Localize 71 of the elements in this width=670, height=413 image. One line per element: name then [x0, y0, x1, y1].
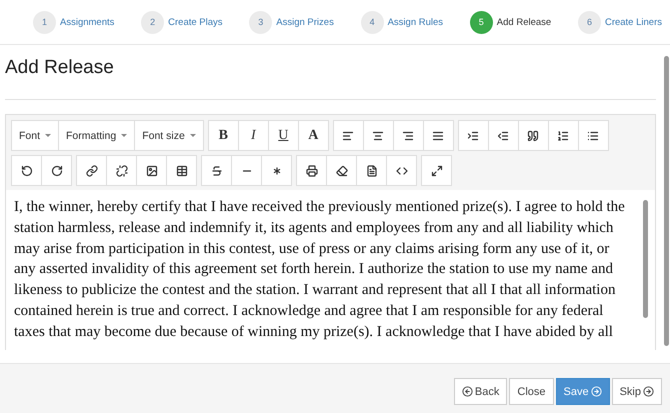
- unlink-icon: [116, 164, 128, 176]
- eraser-button[interactable]: [326, 155, 357, 186]
- format-button[interactable]: B: [208, 120, 239, 151]
- step-link[interactable]: Assign Prizes: [276, 16, 334, 28]
- bullet-list-icon: [587, 130, 600, 142]
- image-button[interactable]: [136, 155, 167, 186]
- arrow-left-icon: [462, 386, 473, 397]
- align-justify-button[interactable]: [422, 120, 454, 151]
- format-button[interactable]: U: [268, 120, 299, 151]
- scrollbar-thumb[interactable]: [643, 200, 648, 318]
- document-button[interactable]: [356, 155, 387, 186]
- step-number: 1: [33, 10, 56, 34]
- quote-icon: [527, 130, 540, 142]
- format-button[interactable]: A: [298, 120, 329, 151]
- link-button[interactable]: [76, 155, 107, 186]
- align-left-button[interactable]: [332, 120, 364, 151]
- code-icon: [396, 164, 408, 176]
- align-left-icon: [342, 130, 354, 142]
- step-number: 3: [249, 10, 272, 34]
- step-number: 4: [360, 10, 384, 34]
- table-button[interactable]: [166, 155, 197, 186]
- code-button[interactable]: [386, 155, 417, 186]
- strikethrough-icon: [210, 164, 222, 176]
- release-text[interactable]: I, the winner, hereby certify that I have received the previously mentioned prize(s). I agree to hold the station harmless, release and indemnify it, its agents and employees from any and all liability which may arise from participation in this contest, use of press or any claims arising form any use of it, or any asserted invalidity of this agreement set forth herein. I authorize the station to use my name and likeness to publicize the contest and the station. I warrant and represent that all I that all information contained herein is true and correct. I acknowledge and agree that I am responsible for any federal taxes that may become due because of winning my prize(s). I acknowledge that I have abided by all: [14, 197, 629, 350]
- step-link[interactable]: Add Release: [496, 16, 552, 28]
- step-link[interactable]: Create Plays: [168, 16, 223, 28]
- redo-icon: [50, 164, 62, 176]
- table-icon: [176, 164, 188, 176]
- step-number: 6: [578, 10, 601, 34]
- arrow-right-icon: [590, 386, 602, 397]
- strikethrough-button[interactable]: [201, 155, 232, 186]
- scrollbar-thumb[interactable]: [664, 56, 669, 346]
- step-number: 2: [141, 10, 164, 34]
- step-link[interactable]: Assign Rules: [388, 16, 444, 28]
- print-icon: [306, 164, 318, 176]
- indent-button[interactable]: [458, 120, 489, 151]
- align-justify-icon: [432, 130, 444, 142]
- dropdown-button[interactable]: Font size: [134, 120, 204, 151]
- align-right-icon: [402, 130, 414, 142]
- image-icon: [146, 164, 158, 176]
- quote-button[interactable]: [518, 120, 549, 151]
- dropdown-button[interactable]: Formatting: [58, 120, 136, 151]
- eraser-icon: [336, 164, 348, 176]
- align-center-icon: [372, 130, 384, 142]
- footer-button[interactable]: Back: [454, 378, 508, 405]
- dropdown-button[interactable]: Font: [11, 120, 60, 151]
- step-number: 5: [470, 10, 493, 34]
- step-link[interactable]: Create Liners: [604, 16, 662, 28]
- print-button[interactable]: [296, 155, 327, 186]
- unlink-button[interactable]: [106, 155, 137, 186]
- fullscreen-button[interactable]: [421, 155, 452, 186]
- step-link[interactable]: Assignments: [60, 16, 114, 28]
- numbered-list-button[interactable]: [548, 120, 579, 151]
- link-icon: [86, 164, 98, 176]
- fullscreen-icon: [430, 164, 442, 176]
- undo-button[interactable]: [11, 155, 42, 186]
- numbered-list-icon: [557, 130, 570, 142]
- indent-icon: [467, 130, 480, 142]
- align-center-button[interactable]: [362, 120, 394, 151]
- footer-button[interactable]: Close: [509, 378, 554, 405]
- document-icon: [366, 164, 378, 176]
- page-title: Add Release: [5, 57, 115, 78]
- outdent-button[interactable]: [488, 120, 519, 151]
- outdent-icon: [497, 130, 510, 142]
- arrow-right-icon: [643, 386, 654, 397]
- redo-button[interactable]: [41, 155, 72, 186]
- footer-button[interactable]: Skip: [612, 378, 662, 405]
- format-button[interactable]: I: [238, 120, 269, 151]
- bullet-list-button[interactable]: [578, 120, 609, 151]
- undo-icon: [20, 164, 32, 176]
- align-right-button[interactable]: [392, 120, 424, 151]
